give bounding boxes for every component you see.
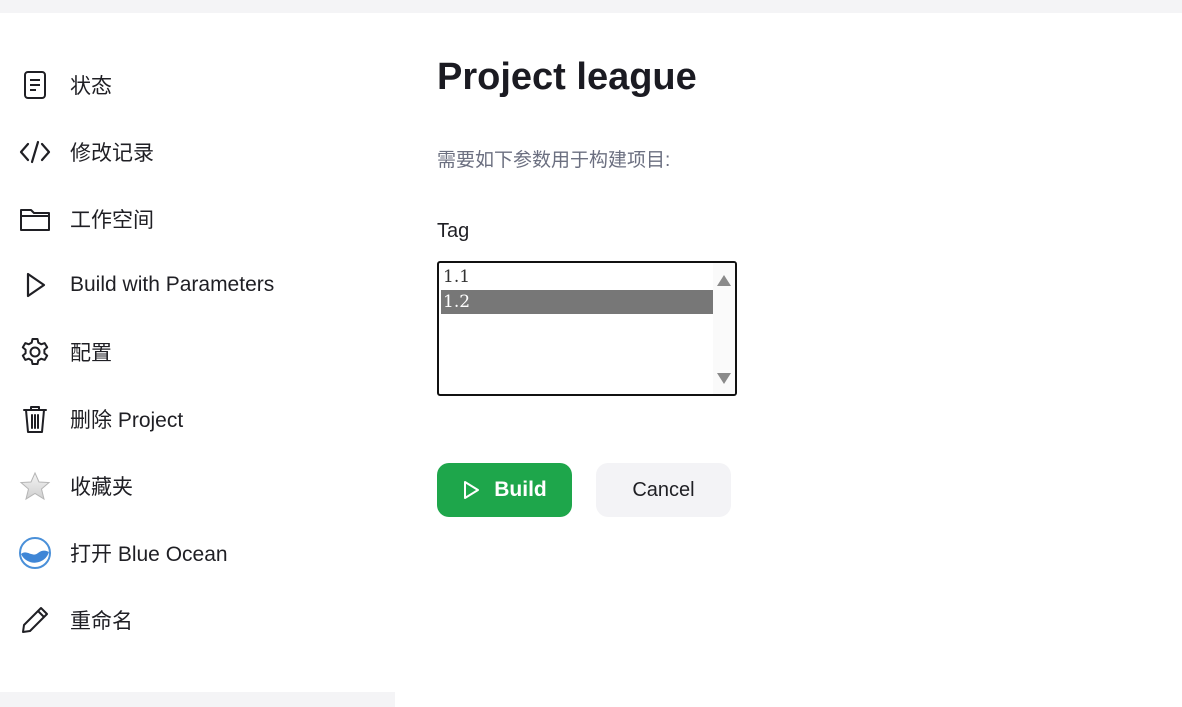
trash-icon (16, 400, 54, 438)
cancel-button-label: Cancel (632, 478, 695, 501)
build-button-label: Build (494, 478, 547, 501)
sidebar-item-delete-project[interactable]: 删除 Project (16, 399, 386, 439)
pencil-icon (16, 601, 54, 639)
sidebar-item-workspace[interactable]: 工作空间 (16, 199, 386, 239)
code-icon (16, 133, 54, 171)
play-icon (462, 480, 480, 500)
tag-parameter-label: Tag (437, 220, 470, 242)
scrollbar[interactable] (713, 263, 735, 394)
sidebar-item-label: 工作空间 (70, 209, 154, 232)
gear-icon (16, 333, 54, 371)
sidebar-item-label: 打开 Blue Ocean (70, 543, 228, 566)
sidebar-item-build-with-parameters[interactable]: Build with Parameters (16, 265, 386, 305)
folder-icon (16, 200, 54, 238)
sidebar-item-label: 配置 (70, 342, 112, 365)
sidebar-bottom-panel (0, 692, 395, 707)
tag-option[interactable]: 1.1 (441, 265, 713, 289)
sidebar-item-label: 状态 (70, 75, 112, 98)
sidebar-item-changes[interactable]: 修改记录 (16, 132, 386, 172)
build-parameters-description: 需要如下参数用于构建项目: (437, 150, 671, 171)
sidebar-item-label: 重命名 (70, 610, 133, 633)
tag-select-list[interactable]: 1.1 1.2 (437, 261, 737, 396)
page-title: Project league (437, 56, 697, 98)
play-icon (16, 266, 54, 304)
sidebar-item-status[interactable]: 状态 (16, 65, 386, 105)
sidebar-item-open-blue-ocean[interactable]: 打开 Blue Ocean (16, 533, 386, 573)
scroll-up-arrow-icon[interactable] (716, 273, 732, 287)
sidebar-item-label: 收藏夹 (70, 476, 133, 499)
cancel-button[interactable]: Cancel (596, 463, 731, 517)
status-document-icon (16, 66, 54, 104)
sidebar-item-configure[interactable]: 配置 (16, 332, 386, 372)
build-button[interactable]: Build (437, 463, 572, 517)
blue-ocean-icon (16, 534, 54, 572)
sidebar-item-label: 修改记录 (70, 142, 154, 165)
sidebar-item-label: 删除 Project (70, 409, 184, 432)
sidebar-item-label: Build with Parameters (70, 273, 275, 296)
scroll-down-arrow-icon[interactable] (716, 371, 732, 385)
sidebar-item-favorite[interactable]: 收藏夹 (16, 466, 386, 506)
star-icon (16, 467, 54, 505)
tag-option-selected[interactable]: 1.2 (441, 290, 713, 314)
top-bar-strip (0, 0, 1182, 13)
sidebar-item-rename[interactable]: 重命名 (16, 600, 386, 640)
